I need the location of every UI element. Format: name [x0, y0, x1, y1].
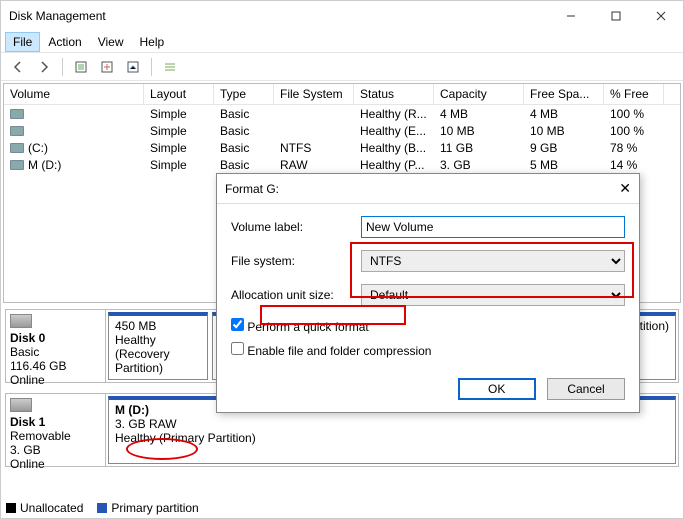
filesystem-select[interactable]: NTFS: [361, 250, 625, 272]
quick-format-checkbox[interactable]: Perform a quick format: [231, 320, 369, 334]
col-free[interactable]: Free Spa...: [524, 84, 604, 104]
col-percent[interactable]: % Free: [604, 84, 664, 104]
close-button[interactable]: [638, 1, 683, 31]
toolbar-button-1[interactable]: [70, 56, 92, 78]
allocation-unit-select[interactable]: Default: [361, 284, 625, 306]
col-capacity[interactable]: Capacity: [434, 84, 524, 104]
volume-label-input[interactable]: [361, 216, 625, 238]
disk-info-1[interactable]: Disk 1 Removable 3. GB Online: [6, 394, 106, 466]
disk-icon: [10, 314, 32, 328]
cancel-button[interactable]: Cancel: [547, 378, 625, 400]
format-dialog: Format G: ✕ Volume label: File system: N…: [216, 173, 640, 413]
volume-label-label: Volume label:: [231, 220, 361, 234]
legend-unallocated: Unallocated: [20, 501, 83, 515]
menubar: File Action View Help: [1, 31, 683, 53]
disk-info-0[interactable]: Disk 0 Basic 116.46 GB Online: [6, 310, 106, 382]
partition-size: 450 MB: [115, 319, 201, 333]
disk-kind: Removable: [10, 429, 101, 443]
table-row[interactable]: M (D:)SimpleBasicRAWHealthy (P...3. GB5 …: [4, 156, 680, 173]
legend-primary: Primary partition: [111, 501, 198, 515]
col-layout[interactable]: Layout: [144, 84, 214, 104]
col-type[interactable]: Type: [214, 84, 274, 104]
filesystem-label: File system:: [231, 254, 361, 268]
partition-desc: Healthy (Recovery Partition): [115, 333, 201, 375]
compression-checkbox[interactable]: Enable file and folder compression: [231, 344, 431, 358]
toolbar-button-4[interactable]: [159, 56, 181, 78]
toolbar-button-2[interactable]: [96, 56, 118, 78]
partition[interactable]: 450 MB Healthy (Recovery Partition): [108, 312, 208, 380]
minimize-button[interactable]: [548, 1, 593, 31]
toolbar-button-3[interactable]: [122, 56, 144, 78]
ok-button[interactable]: OK: [458, 378, 536, 400]
disk-size: 116.46 GB: [10, 359, 101, 373]
titlebar: Disk Management: [1, 1, 683, 31]
partition-desc: Healthy (Primary Partition): [115, 431, 669, 445]
table-row[interactable]: (C:)SimpleBasicNTFSHealthy (B...11 GB9 G…: [4, 139, 680, 156]
menu-view[interactable]: View: [90, 32, 132, 52]
disk-label: Disk 1: [10, 415, 101, 429]
back-icon[interactable]: [7, 56, 29, 78]
disk-size: 3. GB: [10, 443, 101, 457]
column-headers: Volume Layout Type File System Status Ca…: [4, 84, 680, 105]
disk-state: Online: [10, 457, 101, 471]
legend: Unallocated Primary partition: [6, 501, 199, 515]
window-title: Disk Management: [9, 9, 548, 23]
partition-size: 3. GB RAW: [115, 417, 669, 431]
maximize-button[interactable]: [593, 1, 638, 31]
disk-label: Disk 0: [10, 331, 101, 345]
dialog-title: Format G:: [225, 182, 601, 196]
col-volume[interactable]: Volume: [4, 84, 144, 104]
col-filesystem[interactable]: File System: [274, 84, 354, 104]
menu-file[interactable]: File: [5, 32, 40, 52]
disk-kind: Basic: [10, 345, 101, 359]
quick-format-label: Perform a quick format: [247, 320, 368, 334]
disk-icon: [10, 398, 32, 412]
col-status[interactable]: Status: [354, 84, 434, 104]
allocation-unit-label: Allocation unit size:: [231, 288, 361, 302]
table-row[interactable]: SimpleBasicHealthy (E...10 MB10 MB100 %: [4, 122, 680, 139]
menu-help[interactable]: Help: [132, 32, 173, 52]
toolbar: [1, 53, 683, 81]
compression-label: Enable file and folder compression: [247, 344, 431, 358]
dialog-close-icon[interactable]: ✕: [601, 180, 631, 197]
dialog-titlebar: Format G: ✕: [217, 174, 639, 204]
menu-action[interactable]: Action: [40, 32, 89, 52]
forward-icon[interactable]: [33, 56, 55, 78]
disk-state: Online: [10, 373, 101, 387]
table-row[interactable]: SimpleBasicHealthy (R...4 MB4 MB100 %: [4, 105, 680, 122]
